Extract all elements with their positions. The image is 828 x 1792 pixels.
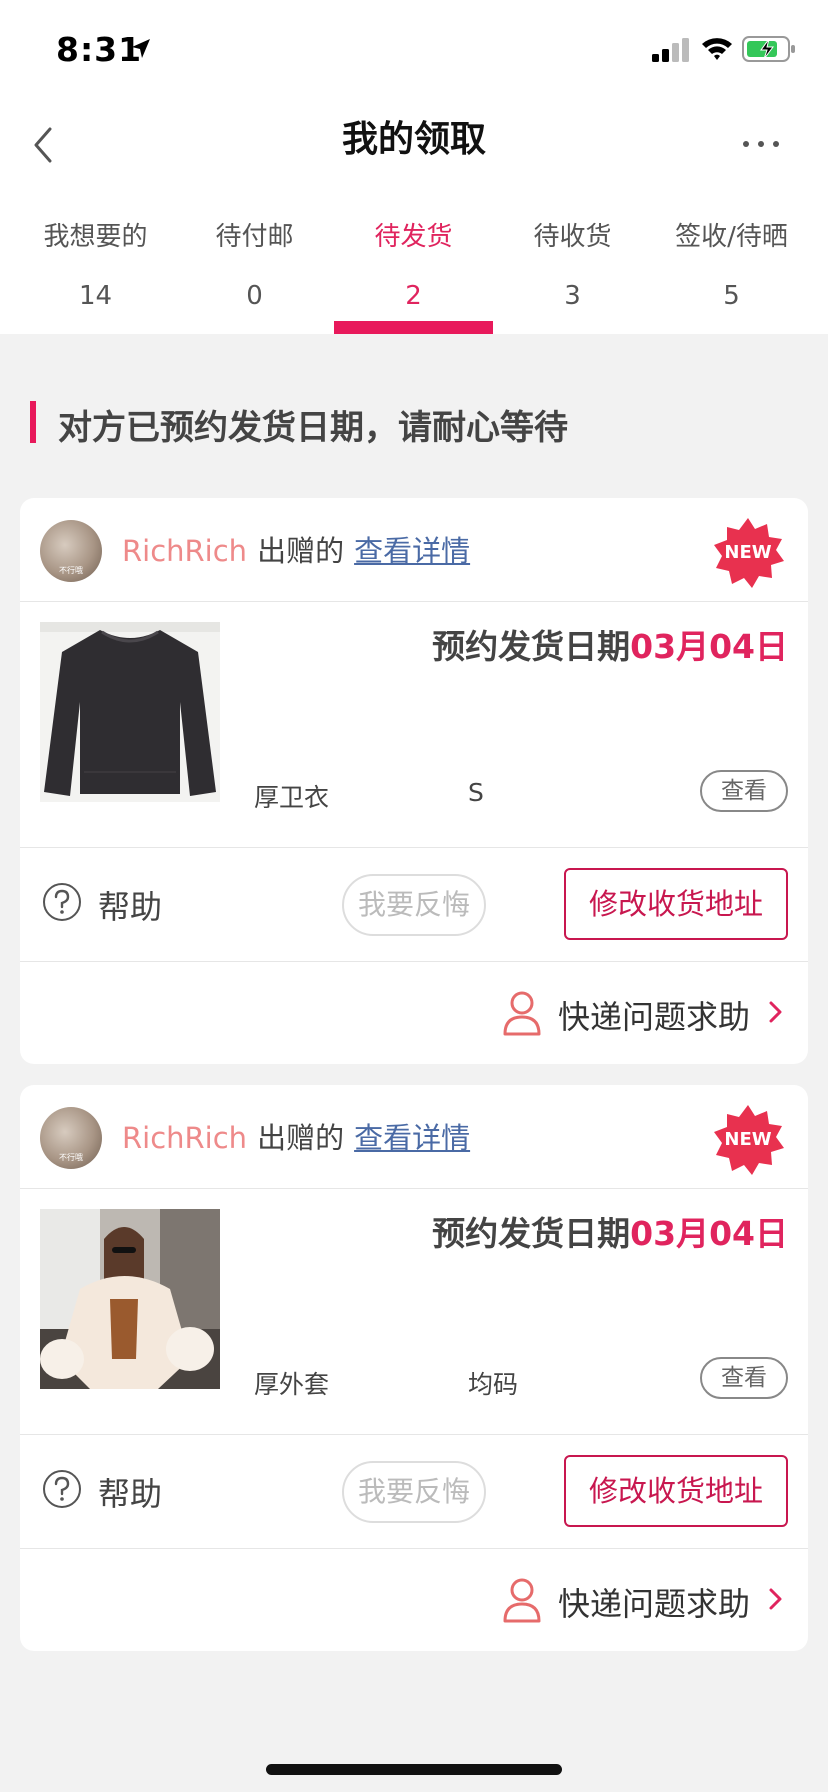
cancel-claim-button: 我要反悔 xyxy=(342,1461,486,1523)
express-help-label: 快递问题求助 xyxy=(558,998,751,1036)
help-label[interactable]: 帮助 xyxy=(98,882,162,928)
ship-date-label: 预约发货日期 xyxy=(432,1214,631,1253)
card-actions: 帮助 我要反悔 修改收货地址 xyxy=(20,1435,808,1549)
chevron-right-icon xyxy=(769,1588,782,1610)
help-question-icon[interactable] xyxy=(42,1469,82,1509)
edit-address-button[interactable]: 修改收货地址 xyxy=(564,868,788,940)
express-help-row[interactable]: 快递问题求助 xyxy=(20,962,808,1064)
tab-count: 14 xyxy=(78,281,113,311)
sweater-image xyxy=(40,622,220,802)
card-actions: 帮助 我要反悔 修改收货地址 xyxy=(20,848,808,962)
product-thumbnail[interactable] xyxy=(40,622,220,802)
giver-verb: 出赠的 xyxy=(257,1121,345,1155)
cancel-claim-button: 我要反悔 xyxy=(342,874,486,936)
avatar[interactable]: 不行哦 xyxy=(40,1107,102,1169)
avatar-caption: 不行哦 xyxy=(59,566,83,575)
giver-verb: 出赠的 xyxy=(257,534,345,568)
card-header: 不行哦 RichRich 出赠的 查看详情 NEW xyxy=(20,498,808,602)
navigation-bar: 我的领取 xyxy=(0,96,828,192)
product-row: 预约发货日期03月04日 厚卫衣 S 查看 xyxy=(20,602,808,848)
shipping-notice: 对方已预约发货日期，请耐心等待 xyxy=(30,398,810,448)
order-card: 不行哦 RichRich 出赠的 查看详情 NEW 预约发货日期03月04日 厚卫衣 xyxy=(20,498,808,1064)
tab-count: 0 xyxy=(246,281,263,311)
help-question-icon[interactable] xyxy=(42,882,82,922)
express-help-label: 快递问题求助 xyxy=(558,1585,751,1623)
edit-address-button[interactable]: 修改收货地址 xyxy=(564,1455,788,1527)
ship-date-value: 03月04日 xyxy=(630,627,788,666)
tab-pending-postage[interactable]: 待付邮 0 xyxy=(175,208,334,334)
new-badge: NEW xyxy=(710,516,786,592)
item-name: 厚外套 xyxy=(254,1370,330,1399)
coat-image xyxy=(40,1209,220,1389)
card-header: 不行哦 RichRich 出赠的 查看详情 NEW xyxy=(20,1085,808,1189)
tab-pending-receipt[interactable]: 待收货 3 xyxy=(493,208,652,334)
avatar[interactable]: 不行哦 xyxy=(40,520,102,582)
avatar-caption: 不行哦 xyxy=(59,1153,83,1162)
scheduled-ship-date: 预约发货日期03月04日 xyxy=(432,620,788,668)
tab-pending-shipment[interactable]: 待发货 2 xyxy=(334,208,493,334)
view-details-link[interactable]: 查看详情 xyxy=(354,534,470,568)
battery-charging-icon xyxy=(742,36,795,62)
badge-text: NEW xyxy=(724,542,772,563)
home-indicator[interactable] xyxy=(266,1764,562,1775)
tab-wanted[interactable]: 我想要的 14 xyxy=(16,208,175,334)
tab-received[interactable]: 签收/待晒 5 xyxy=(652,208,811,334)
view-button[interactable]: 查看 xyxy=(700,1357,788,1399)
user-icon xyxy=(503,1578,541,1623)
user-icon xyxy=(503,991,541,1036)
item-name: 厚卫衣 xyxy=(254,783,330,812)
express-help-row[interactable]: 快递问题求助 xyxy=(20,1549,808,1651)
status-bar: 8:31 xyxy=(0,0,828,96)
cellular-signal-icon xyxy=(652,38,689,62)
view-details-link[interactable]: 查看详情 xyxy=(354,1121,470,1155)
notice-accent-bar xyxy=(30,401,36,443)
tab-label: 待收货 xyxy=(533,222,612,252)
header-area: 8:31 我的领取 我想要的 14 待付邮 0 待发货 2 待收货 3 签收/待… xyxy=(0,0,828,334)
status-tabs: 我想要的 14 待付邮 0 待发货 2 待收货 3 签收/待晒 5 xyxy=(0,208,828,334)
tab-label: 待发货 xyxy=(374,222,453,252)
tab-label: 我想要的 xyxy=(43,222,148,252)
chevron-right-icon xyxy=(769,1001,782,1023)
ship-date-label: 预约发货日期 xyxy=(432,627,631,666)
order-card: 不行哦 RichRich 出赠的 查看详情 NEW 预约发货日期03月04日 厚… xyxy=(20,1085,808,1651)
notice-text: 对方已预约发货日期，请耐心等待 xyxy=(58,408,568,448)
more-options-icon[interactable] xyxy=(738,126,784,162)
giver-line: RichRich 出赠的 查看详情 xyxy=(122,1115,470,1157)
item-size: 均码 xyxy=(468,1370,519,1399)
new-badge: NEW xyxy=(710,1103,786,1179)
tab-count: 2 xyxy=(405,281,422,311)
ship-date-value: 03月04日 xyxy=(630,1214,788,1253)
location-arrow-icon xyxy=(132,39,150,58)
page-title: 我的领取 xyxy=(341,119,486,160)
product-thumbnail[interactable] xyxy=(40,1209,220,1389)
tab-count: 5 xyxy=(723,281,740,311)
giver-name[interactable]: RichRich xyxy=(122,534,247,568)
giver-line: RichRich 出赠的 查看详情 xyxy=(122,528,470,570)
tab-count: 3 xyxy=(564,281,581,311)
view-button[interactable]: 查看 xyxy=(700,770,788,812)
item-size: S xyxy=(468,778,484,807)
badge-text: NEW xyxy=(724,1129,772,1150)
active-tab-indicator xyxy=(334,321,493,334)
help-label[interactable]: 帮助 xyxy=(98,1469,162,1515)
scheduled-ship-date: 预约发货日期03月04日 xyxy=(432,1207,788,1255)
product-row: 预约发货日期03月04日 厚外套 均码 查看 xyxy=(20,1189,808,1435)
giver-name[interactable]: RichRich xyxy=(122,1121,247,1155)
tab-label: 签收/待晒 xyxy=(675,222,788,252)
tab-label: 待付邮 xyxy=(215,222,294,252)
wifi-icon xyxy=(702,38,732,60)
